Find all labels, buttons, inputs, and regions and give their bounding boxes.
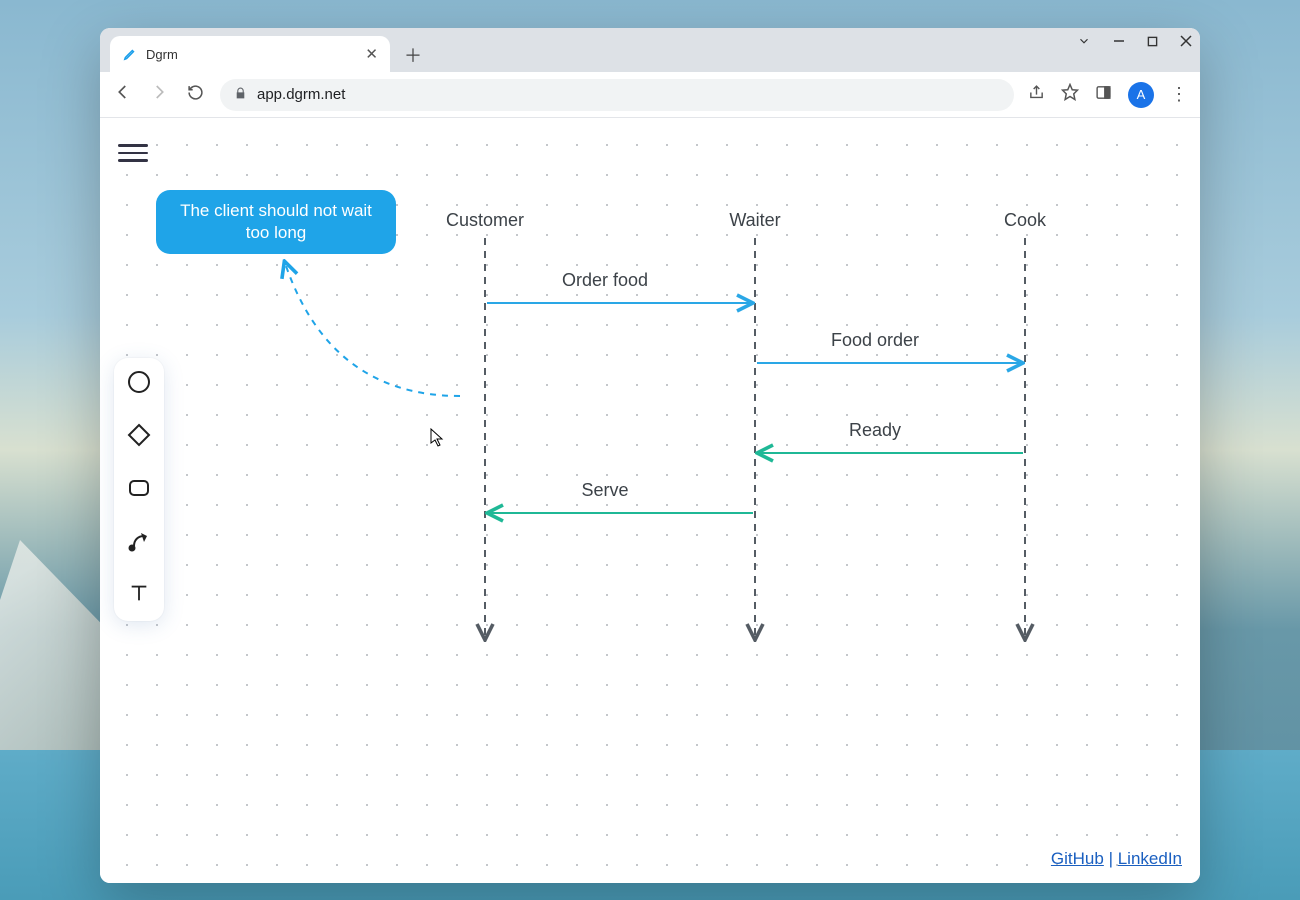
lock-icon	[234, 87, 247, 103]
reload-button[interactable]	[184, 84, 206, 106]
tab-strip: Dgrm ✕ ＋	[100, 28, 1200, 72]
linkedin-link[interactable]: LinkedIn	[1118, 849, 1182, 868]
tab-title: Dgrm	[146, 47, 357, 62]
back-button[interactable]	[112, 83, 134, 106]
kebab-menu-icon[interactable]: ⋮	[1170, 84, 1188, 105]
chevron-down-icon[interactable]	[1077, 34, 1091, 51]
canvas[interactable]: The client should not wait too long Cust…	[100, 118, 1200, 883]
url-field[interactable]: app.dgrm.net	[220, 79, 1014, 111]
close-window-button[interactable]	[1180, 35, 1192, 50]
side-panel-icon[interactable]	[1095, 84, 1112, 106]
maximize-button[interactable]	[1147, 35, 1158, 50]
url-text: app.dgrm.net	[257, 86, 345, 103]
cursor-icon	[430, 428, 444, 448]
share-icon[interactable]	[1028, 84, 1045, 106]
diagram-svg	[100, 118, 1200, 883]
star-icon[interactable]	[1061, 83, 1079, 106]
link-separator: |	[1109, 849, 1118, 868]
avatar[interactable]: A	[1128, 82, 1154, 108]
minimize-button[interactable]	[1113, 35, 1125, 50]
forward-button[interactable]	[148, 83, 170, 106]
github-link[interactable]: GitHub	[1051, 849, 1104, 868]
close-icon[interactable]: ✕	[365, 45, 378, 63]
address-bar-right: A ⋮	[1028, 82, 1188, 108]
address-bar: app.dgrm.net A ⋮	[100, 72, 1200, 118]
tab-active[interactable]: Dgrm ✕	[110, 36, 390, 72]
pencil-icon	[122, 46, 138, 62]
browser-window: Dgrm ✕ ＋	[100, 28, 1200, 883]
footer-links: GitHub | LinkedIn	[1051, 849, 1182, 869]
new-tab-button[interactable]: ＋	[398, 40, 428, 70]
avatar-letter: A	[1137, 87, 1146, 102]
note-connector[interactable]	[285, 263, 460, 396]
window-controls	[1077, 34, 1192, 51]
